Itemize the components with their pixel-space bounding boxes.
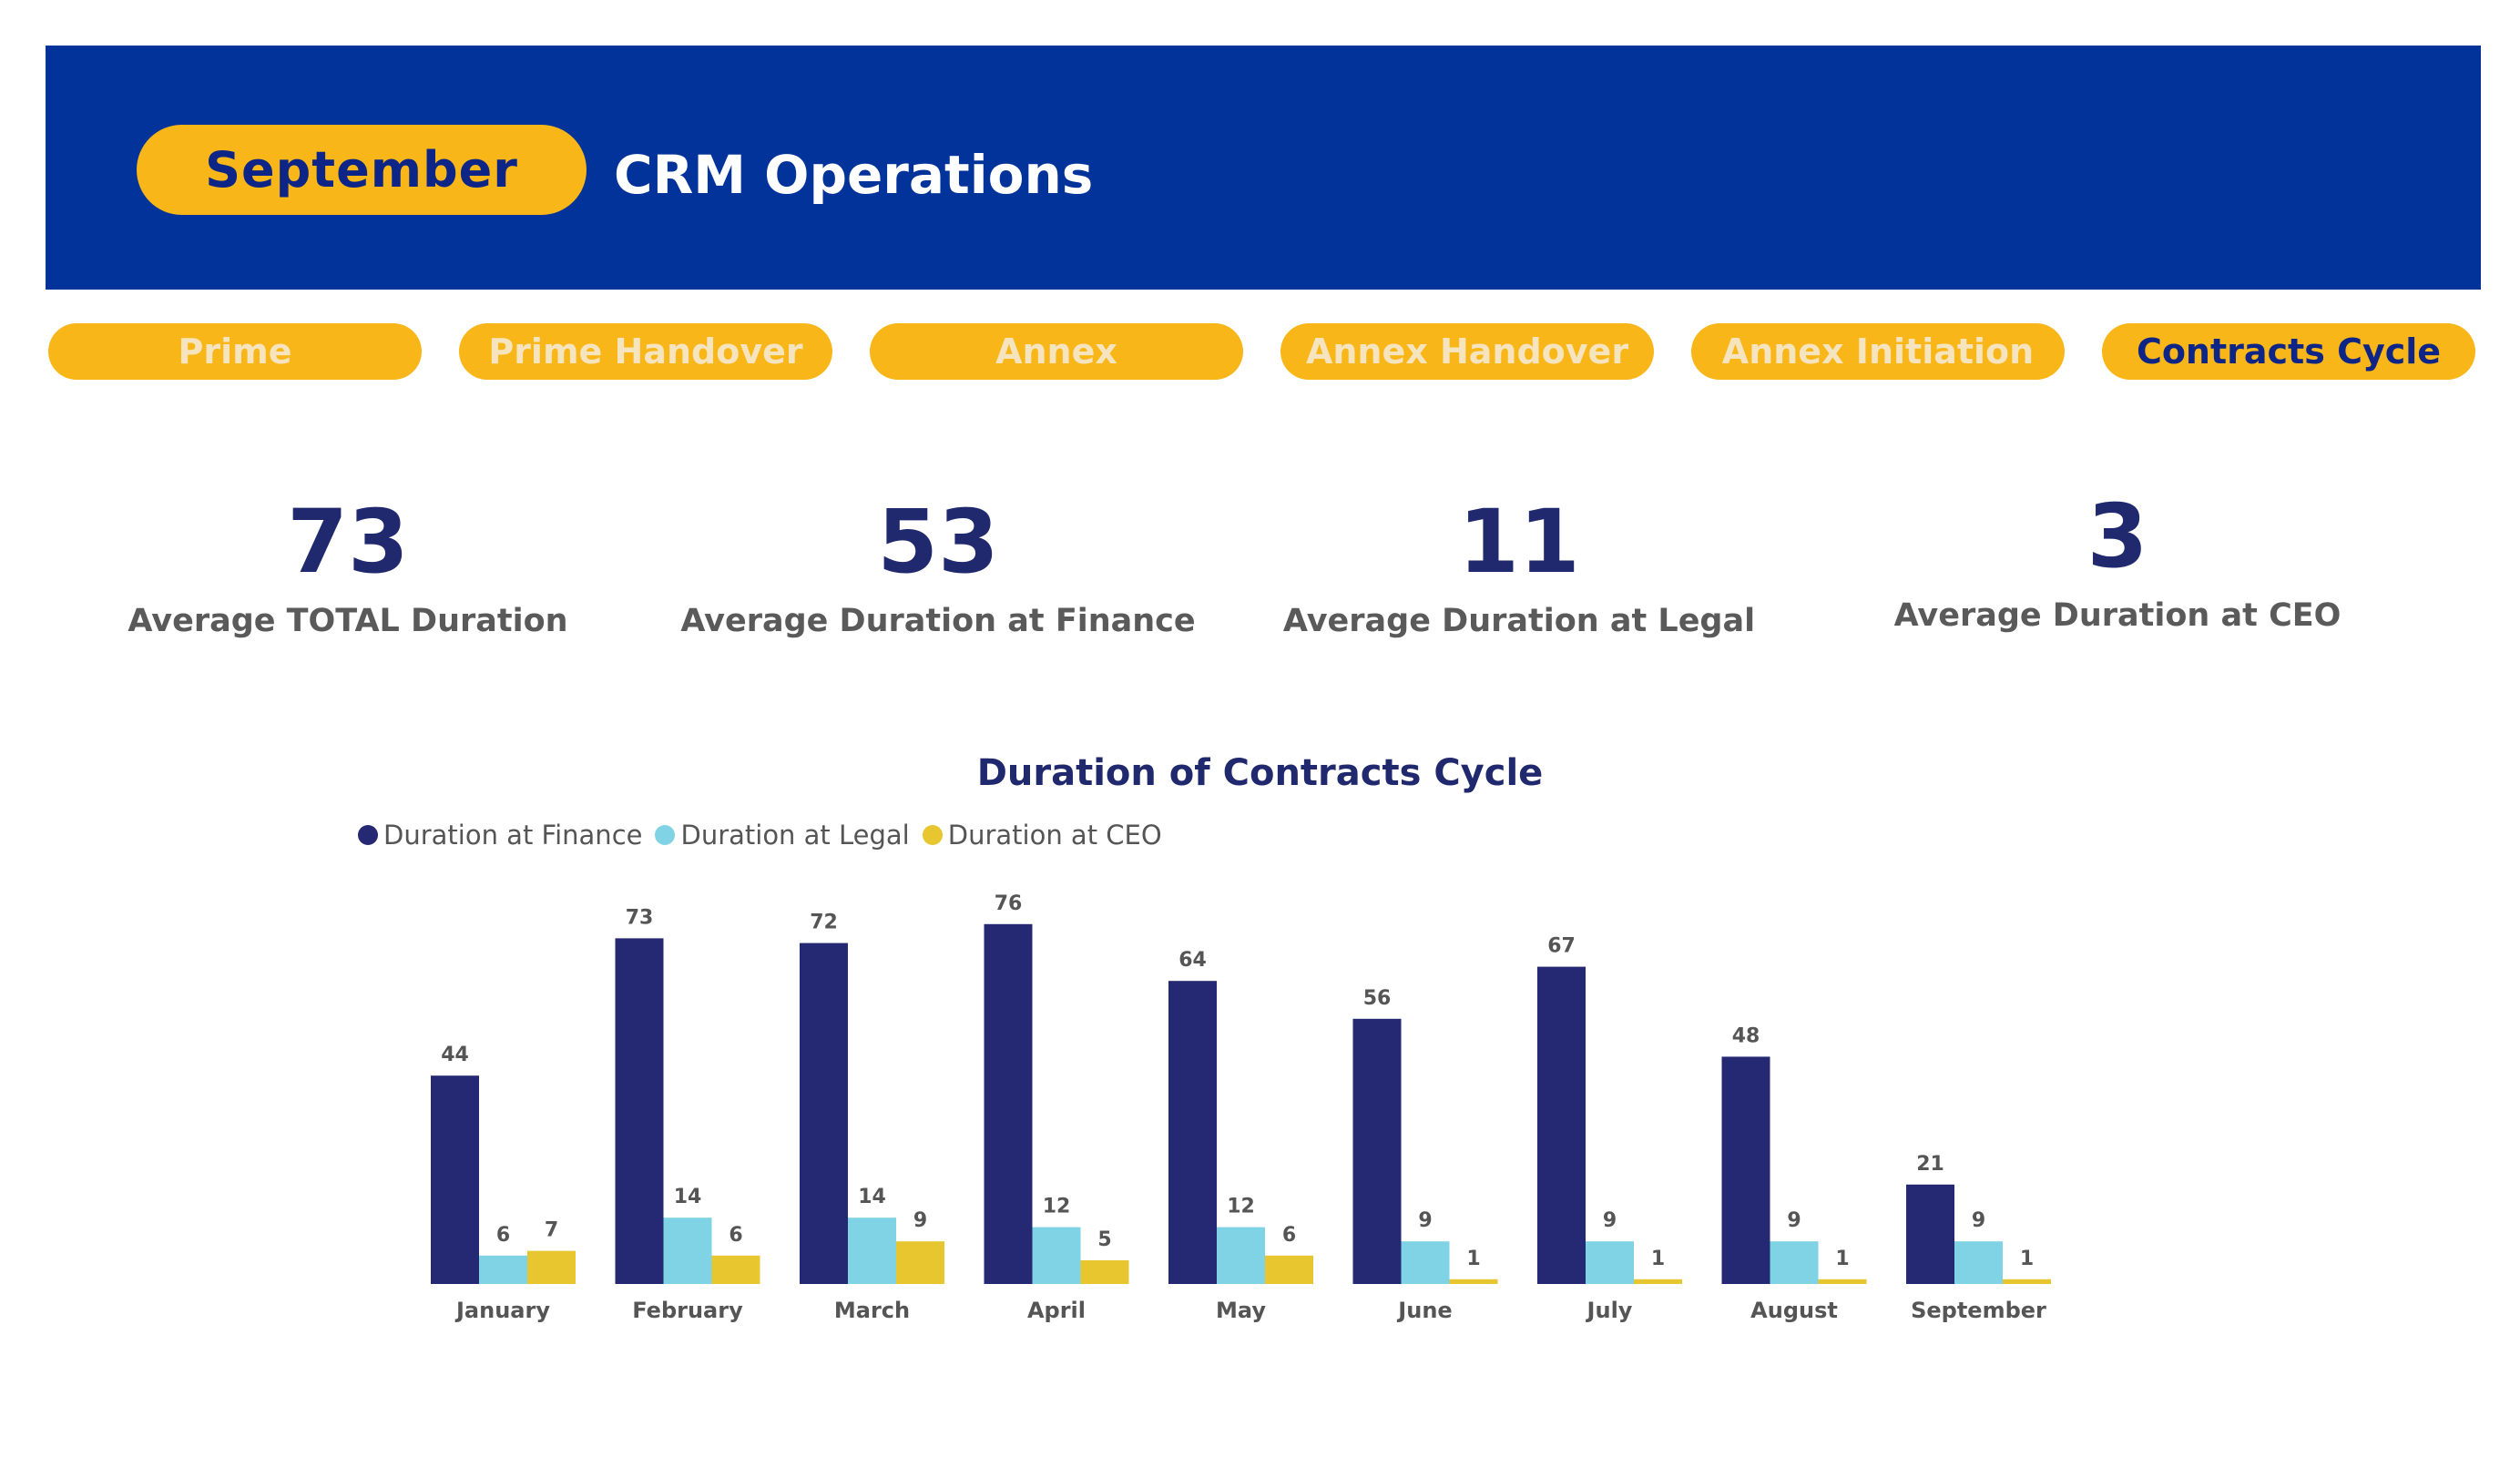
data-label-ceo-january: 7 <box>545 1219 558 1242</box>
data-label-legal-february: 14 <box>674 1186 702 1208</box>
data-label-finance-february: 73 <box>626 906 654 929</box>
data-label-ceo-may: 6 <box>1282 1224 1296 1247</box>
data-label-finance-august: 48 <box>1732 1024 1760 1047</box>
bar-legal-september[interactable] <box>1954 1241 2003 1284</box>
data-label-ceo-april: 5 <box>1097 1228 1111 1251</box>
bar-legal-april[interactable] <box>1032 1227 1081 1284</box>
bar-finance-april[interactable] <box>984 923 1033 1284</box>
data-label-ceo-july: 1 <box>1651 1248 1665 1270</box>
bar-ceo-february[interactable] <box>711 1255 760 1284</box>
data-label-finance-may: 64 <box>1178 949 1207 972</box>
data-label-legal-may: 12 <box>1227 1196 1255 1218</box>
data-label-finance-june: 56 <box>1363 987 1392 1010</box>
data-label-legal-april: 12 <box>1043 1196 1071 1218</box>
bar-legal-march[interactable] <box>848 1218 896 1284</box>
bar-finance-january[interactable] <box>431 1075 479 1284</box>
bar-finance-march[interactable] <box>800 942 848 1284</box>
bar-legal-june[interactable] <box>1401 1241 1450 1284</box>
contracts-cycle-chart: 446 7January73146February72149March76125A… <box>431 892 2051 1323</box>
data-label-legal-september: 9 <box>1972 1209 1985 1232</box>
bar-ceo-january[interactable] <box>527 1250 576 1284</box>
bar-ceo-april[interactable] <box>1080 1260 1129 1284</box>
data-label-ceo-september: 1 <box>2020 1248 2034 1270</box>
bar-legal-february[interactable] <box>663 1218 712 1284</box>
bar-legal-july[interactable] <box>1586 1241 1634 1284</box>
bar-ceo-july[interactable] <box>1634 1279 1682 1284</box>
data-label-ceo-august: 1 <box>1835 1248 1849 1270</box>
data-label-legal-july: 9 <box>1603 1209 1617 1232</box>
bar-ceo-june[interactable] <box>1449 1279 1498 1284</box>
data-label-finance-july: 67 <box>1547 935 1576 958</box>
x-tick-label-september: September <box>1911 1298 2046 1323</box>
data-label-finance-april: 76 <box>995 892 1023 915</box>
x-tick-label-january: January <box>454 1298 550 1323</box>
bar-legal-january[interactable] <box>479 1255 527 1284</box>
bar-ceo-september[interactable] <box>2003 1279 2051 1284</box>
data-label-finance-march: 72 <box>810 912 838 934</box>
data-label-legal-june: 9 <box>1418 1209 1432 1232</box>
bar-finance-september[interactable] <box>1906 1184 1954 1284</box>
data-label-legal-march: 14 <box>858 1186 886 1208</box>
x-tick-label-august: August <box>1750 1298 1838 1323</box>
bar-finance-june[interactable] <box>1352 1018 1402 1284</box>
bar-legal-may[interactable] <box>1217 1227 1265 1284</box>
bar-finance-february[interactable] <box>615 938 664 1284</box>
x-tick-label-april: April <box>1027 1298 1086 1323</box>
x-tick-label-february: February <box>632 1298 743 1323</box>
x-tick-label-july: July <box>1586 1298 1633 1323</box>
data-label-legal-august: 9 <box>1787 1209 1801 1232</box>
data-label-finance-september: 21 <box>1916 1153 1944 1176</box>
data-label-ceo-march: 9 <box>913 1209 927 1232</box>
x-tick-label-may: May <box>1216 1298 1266 1323</box>
bar-ceo-may[interactable] <box>1265 1255 1313 1284</box>
data-label-legal-january: 6 <box>496 1224 510 1247</box>
bar-finance-july[interactable] <box>1537 966 1586 1284</box>
data-label-finance-january: 44 <box>441 1044 469 1066</box>
bar-ceo-march[interactable] <box>896 1241 944 1284</box>
bar-legal-august[interactable] <box>1770 1241 1819 1284</box>
x-tick-label-march: March <box>834 1298 910 1323</box>
x-tick-label-june: June <box>1396 1298 1452 1323</box>
data-label-ceo-february: 6 <box>729 1224 742 1247</box>
bar-finance-august[interactable] <box>1721 1056 1770 1284</box>
bar-ceo-august[interactable] <box>1818 1279 1867 1284</box>
bar-finance-may[interactable] <box>1168 981 1217 1284</box>
data-label-ceo-june: 1 <box>1466 1248 1480 1270</box>
